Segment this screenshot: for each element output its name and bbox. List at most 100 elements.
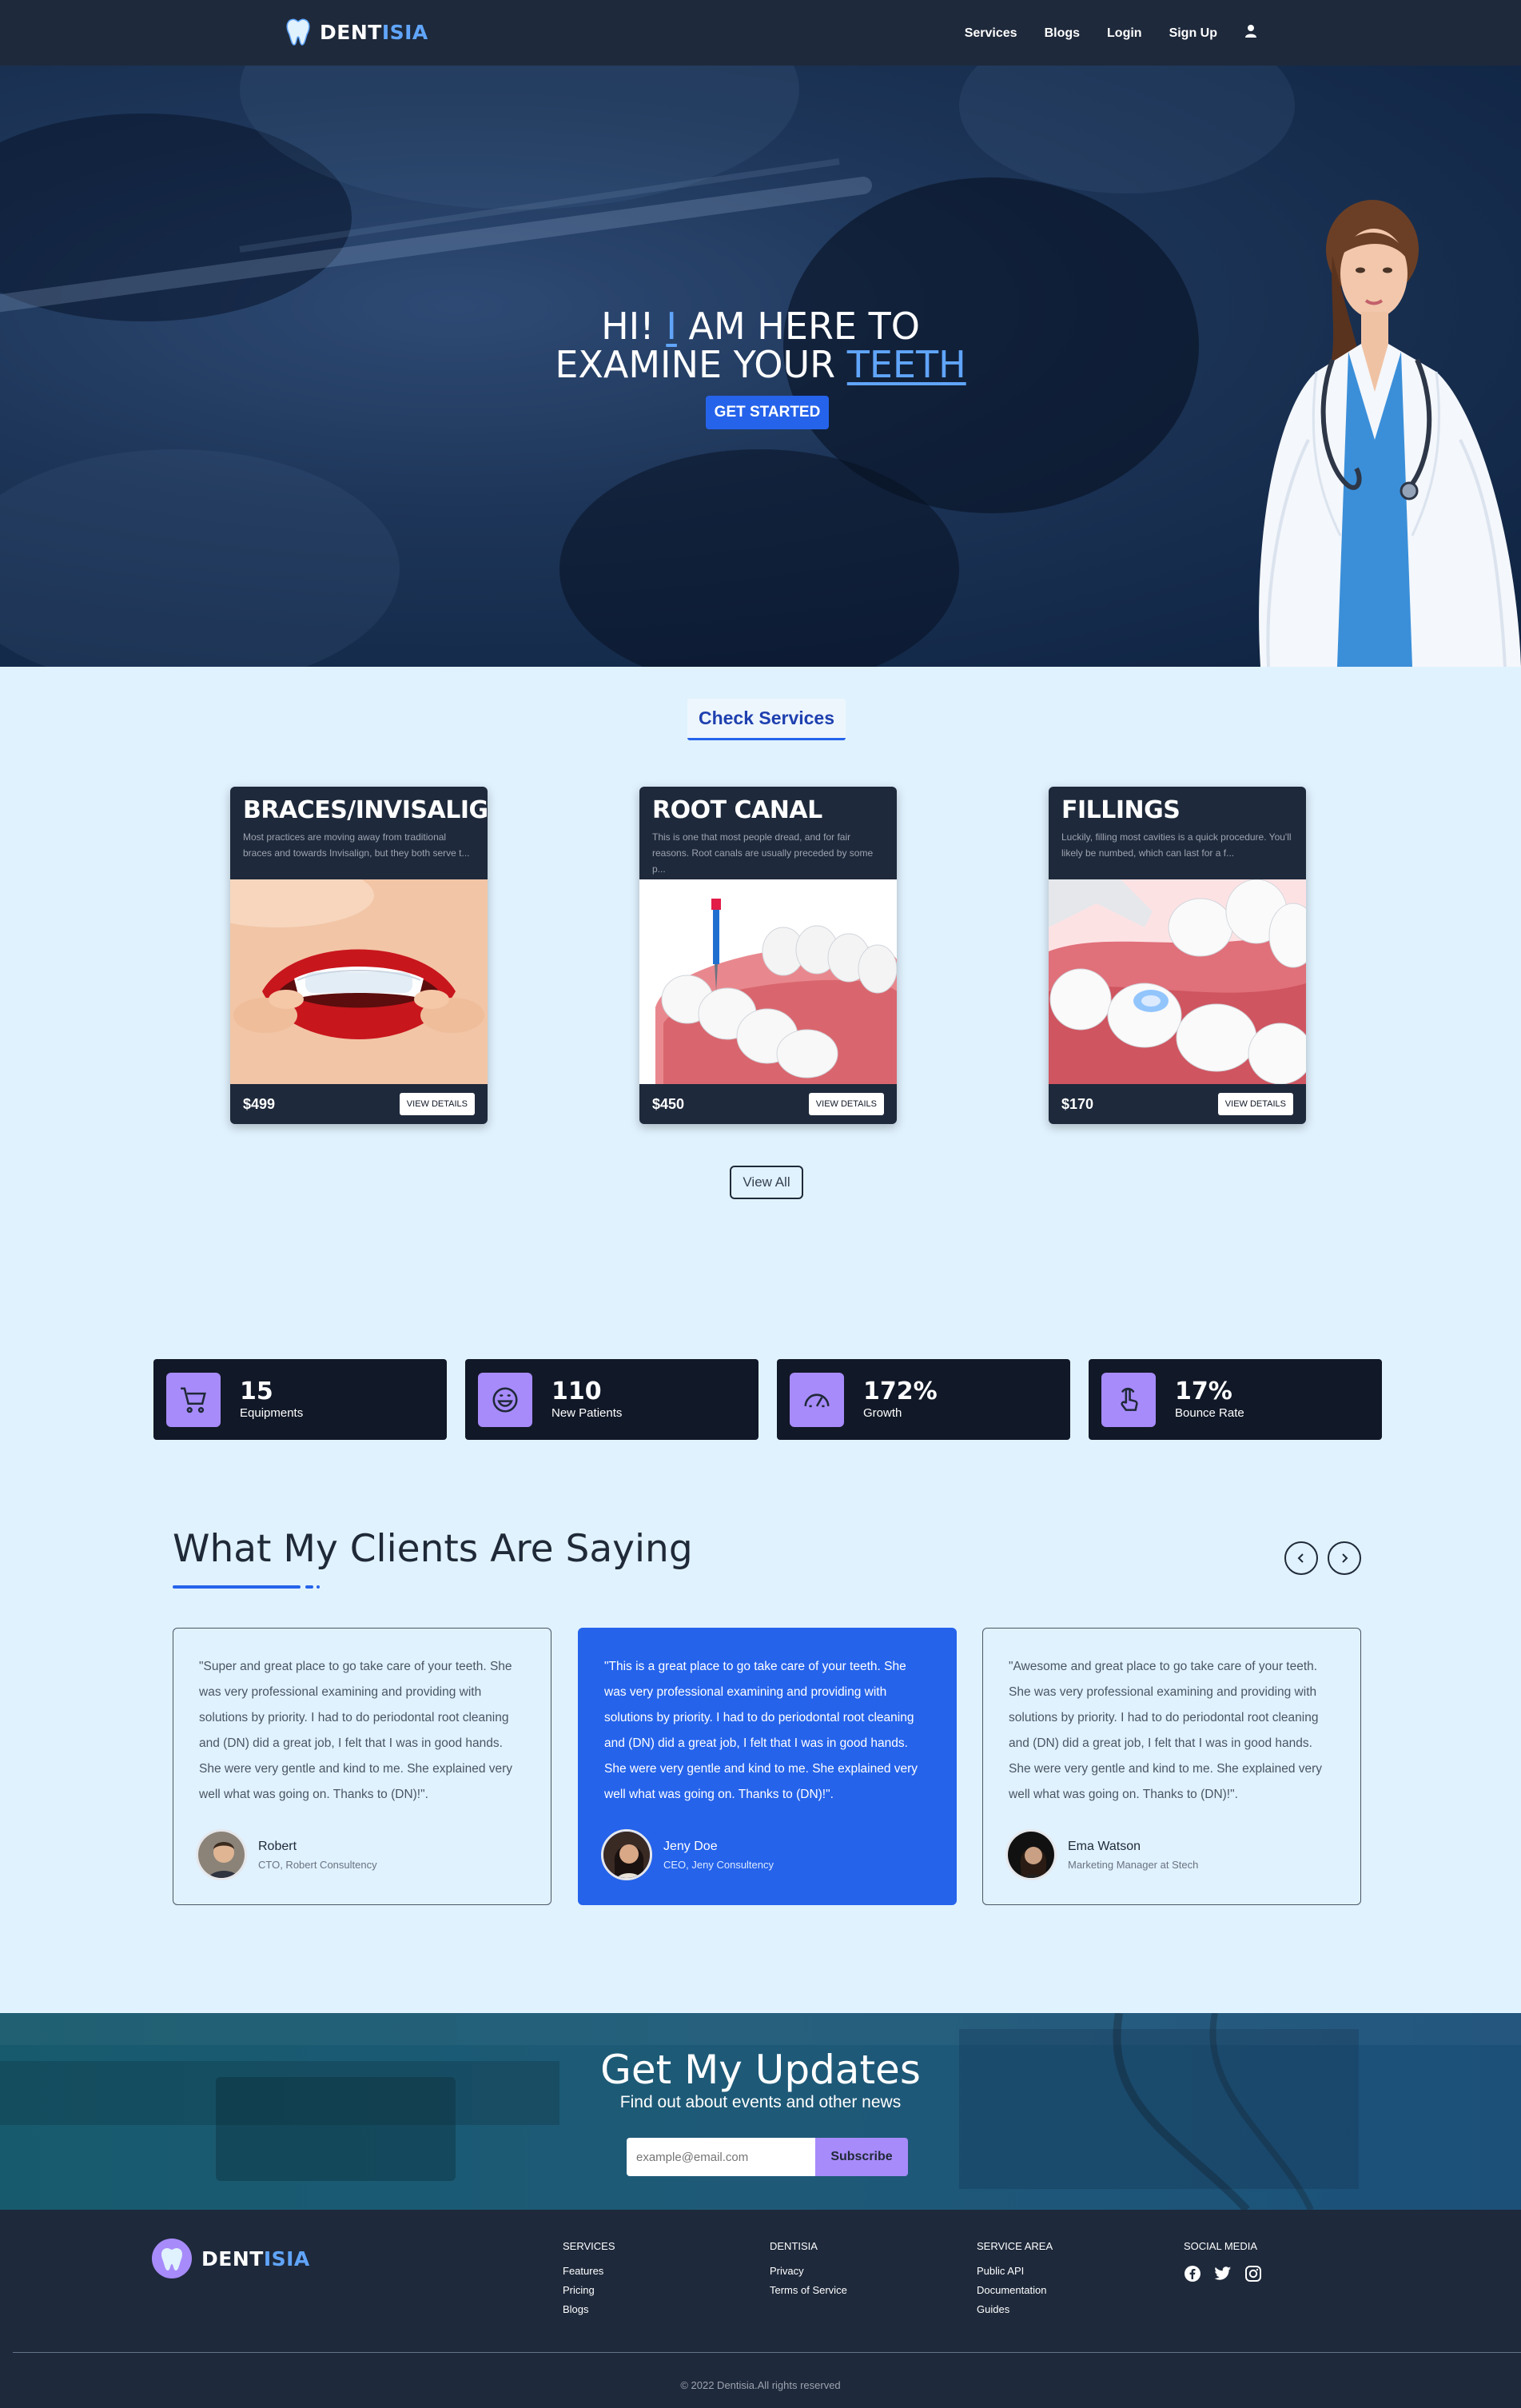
footer-link[interactable]: Documentation [977,2284,1053,2296]
author-name: Robert [258,1839,297,1853]
card-price: $450 [652,1095,685,1112]
testimonial-card-active: "This is a great place to go take care o… [578,1628,957,1905]
gauge-icon [790,1372,844,1427]
chevron-left-icon [1297,1553,1304,1563]
hero-text: AM HERE TO [676,305,920,348]
newsletter-subtitle: Find out about events and other news [619,2093,902,2111]
carousel-next-button[interactable] [1328,1541,1361,1575]
footer-link[interactable]: Terms of Service [770,2284,847,2296]
brand-logo[interactable]: DENTISIA [285,18,428,46]
testimonial-card: "Awesome and great place to go take care… [982,1628,1361,1905]
footer-link[interactable]: Public API [977,2265,1053,2277]
service-card-fillings[interactable]: FILLINGS Luckily, filling most cavities … [1049,787,1306,1124]
author-info: Ema Watson Marketing Manager at Stech [1068,1840,1198,1871]
stat-value: 17% [1175,1377,1232,1405]
testimonial-quote: "This is a great place to go take care o… [604,1660,918,1801]
brand-name: DENTISIA [320,21,428,44]
avatar [601,1829,652,1880]
footer-divider [13,2352,1521,2353]
stat-text: 15 Equipments [240,1377,304,1421]
card-footer: $499 VIEW DETAILS [230,1084,488,1124]
get-started-button[interactable]: GET STARTED [706,396,829,429]
testimonial-author: Ema Watson Marketing Manager at Stech [1005,1829,1198,1880]
chevron-right-icon [1342,1553,1348,1563]
footer-column-social: SOCIAL MEDIA [1184,2240,1262,2286]
author-info: Robert CTO, Robert Consultency [258,1840,377,1871]
service-card-braces[interactable]: BRACES/INVISALIGN Most practices are mov… [230,787,488,1124]
nav-link-signup[interactable]: Sign Up [1169,26,1217,41]
card-price: $170 [1061,1095,1094,1112]
card-title: ROOT CANAL [652,796,822,824]
author-info: Jeny Doe CEO, Jeny Consultency [663,1840,774,1871]
heading-underline [317,1585,320,1589]
card-footer: $170 VIEW DETAILS [1049,1084,1306,1124]
view-details-button[interactable]: VIEW DETAILS [399,1093,475,1115]
card-header: BRACES/INVISALIGN Most practices are mov… [230,787,488,879]
card-header: ROOT CANAL This is one that most people … [639,787,897,879]
footer: DENTISIA SERVICES Features Pricing Blogs… [0,2210,1521,2408]
footer-column-heading: SOCIAL MEDIA [1184,2240,1257,2252]
stat-text: 17% Bounce Rate [1175,1377,1244,1421]
email-field[interactable] [627,2138,815,2176]
stat-label: Growth [863,1406,902,1420]
author-name: Jeny Doe [663,1839,718,1853]
testimonial-author: Robert CTO, Robert Consultency [196,1829,377,1880]
facebook-icon[interactable] [1184,2265,1201,2286]
stat-label: Bounce Rate [1175,1406,1244,1420]
nav-link-blogs[interactable]: Blogs [1045,26,1080,41]
footer-column-heading: SERVICES [563,2240,615,2252]
smile-icon [478,1372,532,1427]
view-details-button[interactable]: VIEW DETAILS [808,1093,884,1115]
hero-section: HI! I AM HERE TO EXAMINE YOUR TEETH GET … [0,66,1521,667]
tooth-icon [152,2239,192,2278]
card-description: Most practices are moving away from trad… [243,831,470,859]
tooth-icon [286,18,310,46]
card-description: This is one that most people dread, and … [652,831,874,875]
author-role: Marketing Manager at Stech [1068,1858,1199,1871]
footer-link[interactable]: Privacy [770,2265,847,2277]
footer-link[interactable]: Pricing [563,2284,615,2296]
footer-column-services: SERVICES Features Pricing Blogs [563,2240,615,2322]
twitter-icon[interactable] [1214,2266,1232,2286]
footer-link[interactable]: Guides [977,2303,1053,2315]
stat-card-equipments: 15 Equipments [153,1359,447,1440]
nav-link-login[interactable]: Login [1107,26,1142,41]
footer-link[interactable]: Blogs [563,2303,615,2315]
author-role: CEO, Jeny Consultency [663,1858,774,1871]
card-description: Luckily, filling most cavities is a quic… [1061,831,1292,859]
nav-link-services[interactable]: Services [965,26,1017,41]
newsletter-section: Get My Updates Find out about events and… [0,2013,1521,2210]
avatar [196,1829,247,1880]
stat-value: 15 [240,1377,273,1405]
carousel-prev-button[interactable] [1284,1541,1318,1575]
heading-underline [305,1585,313,1589]
pointer-icon [1101,1372,1156,1427]
stat-label: New Patients [551,1406,623,1420]
stat-card-new-patients: 110 New Patients [465,1359,759,1440]
service-card-root-canal[interactable]: ROOT CANAL This is one that most people … [639,787,897,1124]
avatar [1005,1829,1057,1880]
stat-value: 110 [551,1377,602,1405]
newsletter-title: Get My Updates [600,2047,921,2093]
view-details-button[interactable]: VIEW DETAILS [1217,1093,1293,1115]
user-icon[interactable] [1244,24,1257,42]
footer-column-service-area: SERVICE AREA Public API Documentation Gu… [977,2240,1053,2322]
footer-brand-logo[interactable]: DENTISIA [152,2239,310,2278]
top-navbar: DENTISIA Services Blogs Login Sign Up [0,0,1521,66]
instagram-icon[interactable] [1244,2265,1262,2286]
view-all-button[interactable]: View All [730,1166,803,1199]
footer-column-heading: DENTISIA [770,2240,818,2252]
footer-link[interactable]: Features [563,2265,615,2277]
heading-underline [173,1585,301,1589]
subscribe-button[interactable]: Subscribe [815,2138,908,2176]
hero-highlight: I [666,305,677,348]
social-icons [1184,2265,1262,2286]
stat-label: Equipments [240,1406,304,1420]
check-services-heading[interactable]: Check Services [687,699,846,740]
stat-value: 172% [863,1377,938,1405]
testimonial-quote: "Awesome and great place to go take care… [1009,1660,1323,1801]
brand-name-main: DENT [201,2247,264,2270]
root-canal-image [639,879,897,1084]
footer-brand-name: DENTISIA [201,2247,310,2270]
brand-name-main: DENT [320,20,382,44]
